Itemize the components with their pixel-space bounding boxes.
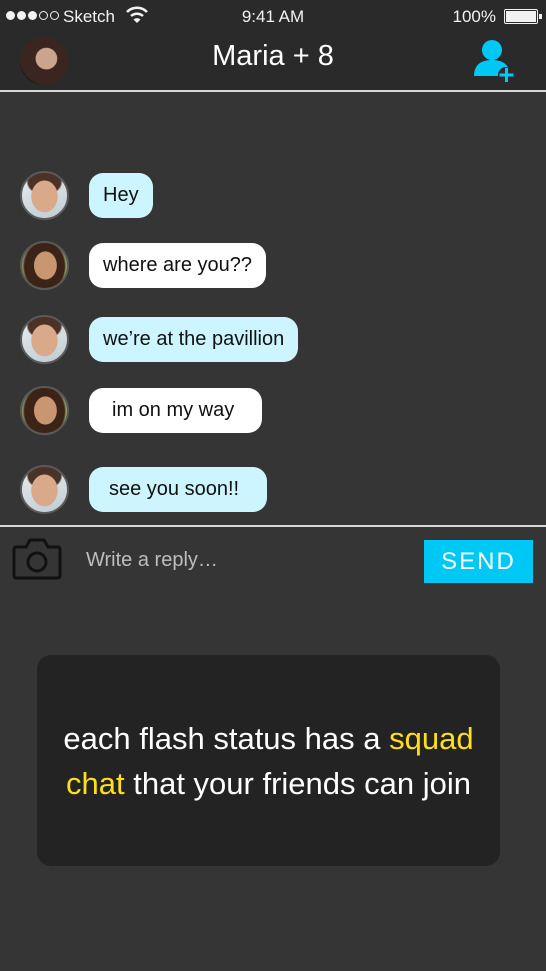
message-row: Hey — [0, 171, 546, 221]
caption-card: each flash status has a squad chat that … — [37, 655, 500, 866]
divider — [0, 525, 546, 527]
caption-before: each flash status has a — [63, 720, 381, 756]
message-bubble: where are you?? — [89, 243, 266, 288]
avatar[interactable] — [20, 315, 69, 364]
message-bubble: im on my way — [89, 388, 263, 433]
message-bubble: see you soon!! — [89, 467, 268, 512]
camera-icon[interactable] — [12, 537, 62, 580]
battery-percent: 100% — [452, 7, 496, 26]
chat-header: Maria + 8 — [0, 34, 546, 92]
reply-input[interactable] — [86, 542, 406, 578]
message-row: im on my way — [0, 386, 546, 436]
caption-text: each flash status has a squad chat that … — [59, 716, 479, 806]
caption-after: that your friends can join — [133, 765, 471, 801]
avatar[interactable] — [20, 465, 69, 514]
message-row: we’re at the pavillion — [0, 315, 546, 365]
status-bar: Sketch 9:41 AM 100% — [0, 0, 546, 34]
avatar[interactable] — [20, 386, 69, 435]
avatar[interactable] — [20, 241, 69, 290]
add-user-icon[interactable] — [470, 36, 518, 84]
page-title: Maria + 8 — [212, 40, 334, 72]
send-button[interactable]: SEND — [424, 540, 533, 583]
message-row: where are you?? — [0, 241, 546, 291]
message-bubble: we’re at the pavillion — [89, 317, 299, 362]
message-row: see you soon!! — [0, 465, 546, 515]
battery-icon — [504, 9, 542, 24]
avatar[interactable] — [20, 171, 69, 220]
message-bubble: Hey — [89, 173, 153, 218]
